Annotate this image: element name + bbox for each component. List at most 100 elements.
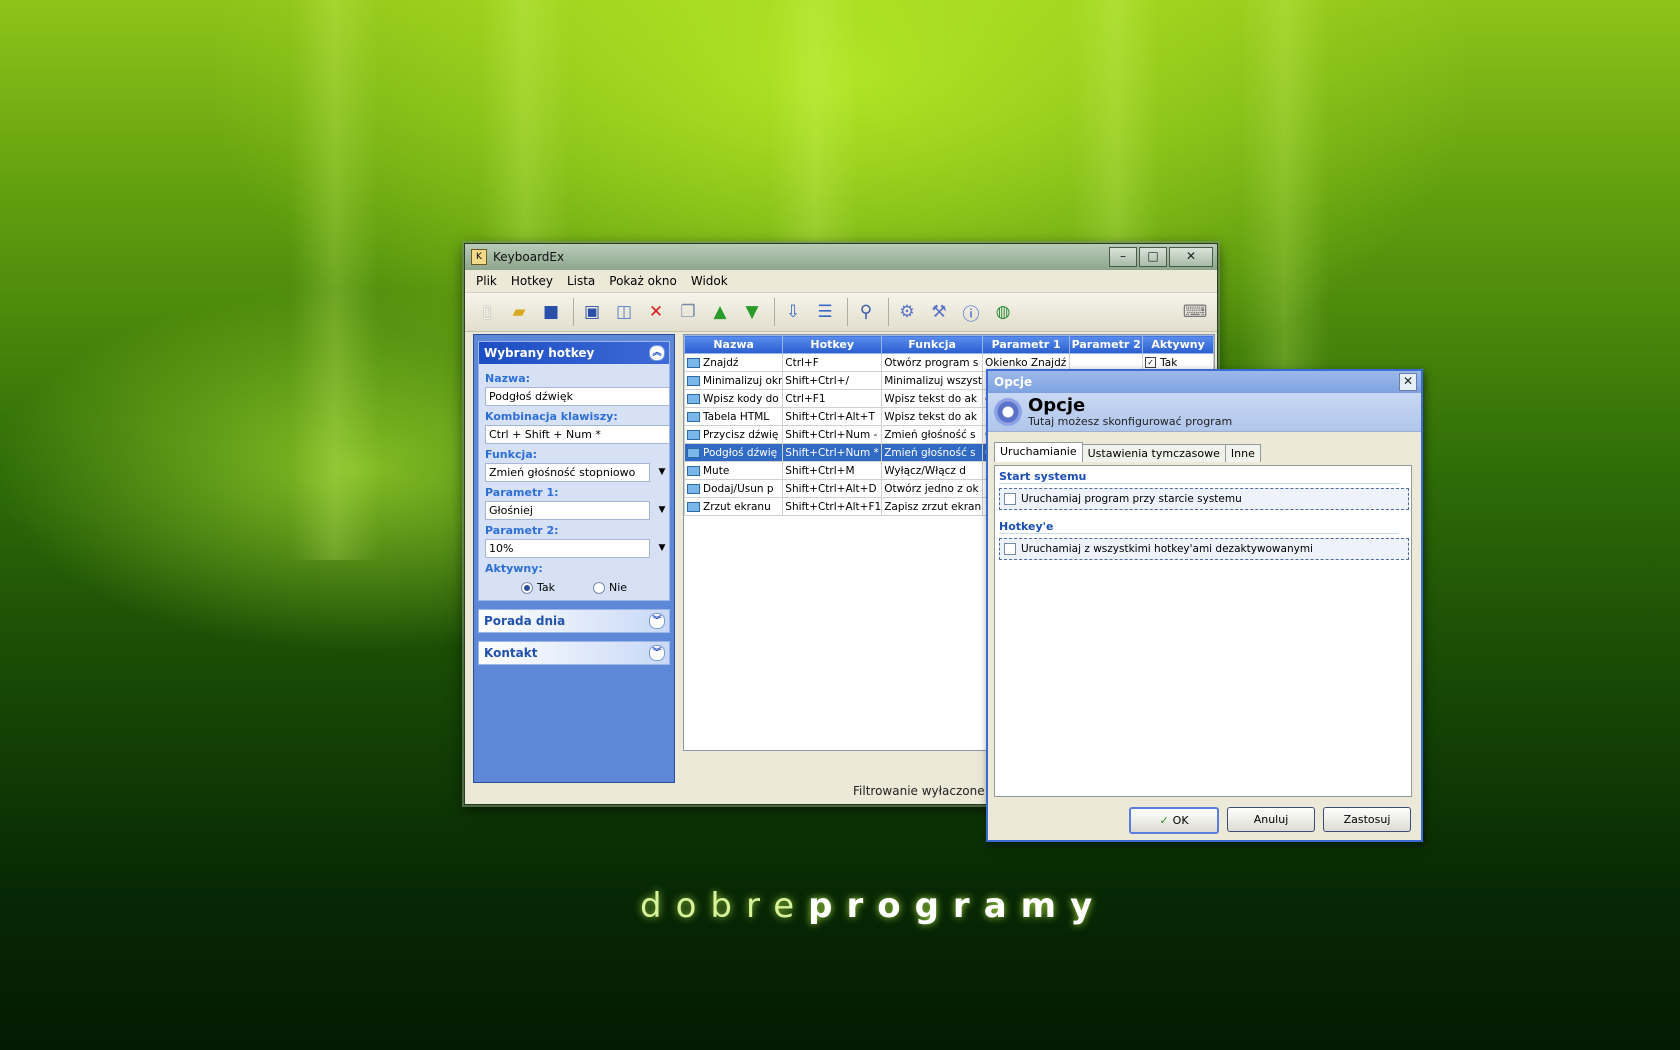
globe-icon[interactable]: ◍ xyxy=(989,298,1017,326)
chevron-down-icon[interactable]: ▼ xyxy=(653,502,671,519)
copy-icon[interactable]: ❐ xyxy=(674,298,702,326)
radio-unselected-icon xyxy=(593,581,606,594)
menu-lista[interactable]: Lista xyxy=(560,274,602,288)
preview-icon[interactable]: ◫ xyxy=(610,298,638,326)
chevron-down-icon[interactable]: ▼ xyxy=(653,540,671,557)
chevron-down-icon[interactable]: ︾ xyxy=(649,613,665,629)
tab-panel: Start systemu Uruchamiaj program przy st… xyxy=(994,465,1412,797)
hotkey-field[interactable]: Ctrl + Shift + Num * xyxy=(485,425,670,444)
task-panel: Wybrany hotkey ︽ Nazwa: Podgłoś dźwięk K… xyxy=(473,334,675,783)
function-select[interactable]: Zmień głośność stopniowo ▼ xyxy=(485,463,665,482)
cancel-button[interactable]: Anuluj xyxy=(1227,807,1315,832)
move-up-icon[interactable]: ▲ xyxy=(706,298,734,326)
column-header[interactable]: Hotkey xyxy=(782,335,883,354)
new-file-icon[interactable]: ▯ xyxy=(473,298,501,326)
background-light-beam xyxy=(290,0,380,560)
column-header[interactable]: Parametr 1 xyxy=(982,335,1071,354)
active-yes-radio[interactable]: Tak xyxy=(521,581,555,594)
ok-button[interactable]: ✓ OK xyxy=(1129,807,1219,834)
cell-text: Mute xyxy=(703,464,730,477)
column-header[interactable]: Aktywny xyxy=(1142,335,1214,354)
cell-text: Shift+Ctrl+M xyxy=(785,464,855,477)
column-header[interactable]: Funkcja xyxy=(881,335,984,354)
minimize-button[interactable]: – xyxy=(1109,247,1137,267)
hotkey-icon xyxy=(687,429,700,440)
cell-text: Ctrl+F1 xyxy=(785,392,826,405)
param1-select[interactable]: Głośniej ▼ xyxy=(485,501,665,520)
chevron-up-icon[interactable]: ︽ xyxy=(649,345,665,361)
table-cell: Tabela HTML xyxy=(684,407,784,426)
table-cell: Shift+Ctrl+Num * xyxy=(782,443,883,462)
startup-checkbox[interactable]: Uruchamiaj program przy starcie systemu xyxy=(999,488,1409,510)
hotkey-icon xyxy=(687,483,700,494)
import-icon[interactable]: ⇩ xyxy=(779,298,807,326)
param2-select[interactable]: 10% ▼ xyxy=(485,539,665,558)
menu-pokaz-okno[interactable]: Pokaż okno xyxy=(602,274,684,288)
table-cell: Wyłącz/Włącz d xyxy=(881,461,984,480)
table-cell: Shift+Ctrl+Alt+T xyxy=(782,407,883,426)
search-icon[interactable]: ⚲ xyxy=(852,298,880,326)
info-icon[interactable]: ⓘ xyxy=(957,298,985,326)
group-header[interactable]: Porada dnia ︾ xyxy=(479,610,669,632)
menu-plik[interactable]: Plik xyxy=(469,274,504,288)
cell-text: Dodaj/Usun p xyxy=(703,482,774,495)
cell-text: Tak xyxy=(1160,356,1178,369)
table-cell: Minimalizuj okr xyxy=(684,371,784,390)
toolbar-separator xyxy=(847,298,848,326)
tab-uruchamianie[interactable]: Uruchamianie xyxy=(994,442,1083,462)
param2-value: 10% xyxy=(489,542,514,555)
cell-text: Shift+Ctrl+Num * xyxy=(785,446,879,459)
chevron-down-icon[interactable]: ▼ xyxy=(653,464,671,481)
close-icon[interactable]: ✕ xyxy=(1399,373,1417,391)
table-cell: Wpisz tekst do ak xyxy=(881,389,984,408)
group-header[interactable]: Kontakt ︾ xyxy=(479,642,669,664)
apply-button[interactable]: Zastosuj xyxy=(1323,807,1411,832)
menu-hotkey[interactable]: Hotkey xyxy=(504,274,560,288)
ok-label: OK xyxy=(1172,814,1189,827)
function-value: Zmień głośność stopniowo xyxy=(489,466,636,479)
chevron-down-icon[interactable]: ︾ xyxy=(649,645,665,661)
settings-icon[interactable]: ⚒ xyxy=(925,298,953,326)
name-field[interactable]: Podgłoś dźwięk xyxy=(485,387,670,406)
active-no-radio[interactable]: Nie xyxy=(593,581,627,594)
edit-icon[interactable]: ▣ xyxy=(578,298,606,326)
checkbox-icon xyxy=(1004,493,1016,505)
move-down-icon[interactable]: ▼ xyxy=(738,298,766,326)
list-view-icon[interactable]: ☰ xyxy=(811,298,839,326)
table-cell: Otwórz program s xyxy=(881,353,984,372)
group-header[interactable]: Wybrany hotkey ︽ xyxy=(479,342,669,364)
cell-text: Shift+Ctrl+Num - xyxy=(785,428,878,441)
table-cell: Zmień głośność s xyxy=(881,443,984,462)
table-cell: Znajdź xyxy=(684,353,784,372)
delete-icon[interactable]: ✕ xyxy=(642,298,670,326)
menu-bar: Plik Hotkey Lista Pokaż okno Widok xyxy=(465,270,1217,293)
close-button[interactable]: ✕ xyxy=(1169,247,1213,267)
keyboard-icon[interactable]: ⌨ xyxy=(1181,298,1209,326)
cell-text: Wyłącz/Włącz d xyxy=(884,464,966,477)
maximize-button[interactable]: □ xyxy=(1139,247,1167,267)
title-bar[interactable]: K KeyboardEx – □ ✕ xyxy=(465,244,1217,270)
disabled-hotkeys-checkbox[interactable]: Uruchamiaj z wszystkimi hotkey'ami dezak… xyxy=(999,538,1409,560)
toolbar-separator xyxy=(774,298,775,326)
tab-inne[interactable]: Inne xyxy=(1224,444,1261,462)
group-title: Wybrany hotkey xyxy=(484,346,595,360)
menu-widok[interactable]: Widok xyxy=(684,274,735,288)
dialog-title-bar[interactable]: Opcje ✕ xyxy=(988,371,1421,393)
gear-icon[interactable]: ⚙ xyxy=(893,298,921,326)
column-header[interactable]: Nazwa xyxy=(684,335,784,354)
table-cell: Zrzut ekranu xyxy=(684,497,784,516)
check-icon: ✓ xyxy=(1159,814,1169,827)
selected-hotkey-group: Wybrany hotkey ︽ Nazwa: Podgłoś dźwięk K… xyxy=(478,341,670,601)
column-header[interactable]: Parametr 2 xyxy=(1069,335,1144,354)
table-cell: Shift+Ctrl+Num - xyxy=(782,425,883,444)
open-folder-icon[interactable]: ▰ xyxy=(505,298,533,326)
table-cell: Ctrl+F xyxy=(782,353,883,372)
save-icon[interactable]: ■ xyxy=(537,298,565,326)
dialog-subheading: Tutaj możesz skonfigurować program xyxy=(1028,414,1233,428)
toolbar-separator xyxy=(888,298,889,326)
tab-ustawienia-tymczasowe[interactable]: Ustawienia tymczasowe xyxy=(1081,444,1226,462)
checkbox-checked-icon[interactable]: ✓ xyxy=(1145,357,1157,368)
table-cell: Dodaj/Usun p xyxy=(684,479,784,498)
brand-light: dobre xyxy=(640,886,809,926)
cell-text: Shift+Ctrl+Alt+F1 xyxy=(785,500,882,513)
